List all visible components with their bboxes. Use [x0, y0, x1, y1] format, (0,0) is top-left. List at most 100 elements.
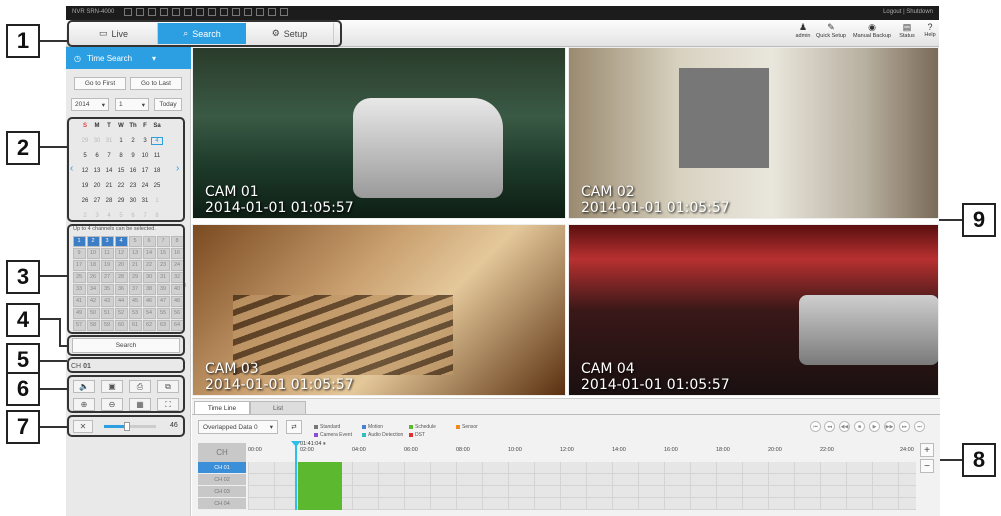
status-icon	[172, 8, 180, 16]
stop-button[interactable]: ■	[854, 421, 865, 432]
legend-swatch	[409, 425, 413, 429]
rewind-button[interactable]: ◀◀	[839, 421, 850, 432]
overlapped-data-select[interactable]: Overlapped Data 0 ▾	[198, 420, 278, 434]
legend-dst: DST	[409, 432, 425, 438]
year-select[interactable]: 2014 ▾	[71, 98, 109, 111]
chevron-down-icon: ▾	[101, 101, 105, 109]
scene-doorway	[679, 68, 769, 168]
today-button[interactable]: Today	[154, 98, 182, 111]
legend-swatch	[362, 433, 366, 437]
callout-line-4	[40, 318, 60, 320]
cam-label: CAM 04	[581, 361, 635, 377]
video-cam-03[interactable]: CAM 03 2014-01-01 01:05:57	[192, 224, 566, 396]
system-top-bar: NVR SRN-4000 Logout | Shutdown	[66, 6, 939, 20]
tab-timeline[interactable]: Time Line	[194, 401, 250, 414]
status-icon	[280, 8, 288, 16]
skip-end-button[interactable]: ⏭	[914, 421, 925, 432]
video-cam-01[interactable]: CAM 01 2014-01-01 01:05:57	[192, 47, 566, 219]
cam-label: CAM 01	[205, 184, 259, 200]
hour-label: 14:00	[612, 447, 626, 453]
quick-setup-icon: ✎	[827, 22, 835, 32]
legend-swatch	[314, 425, 318, 429]
hour-label: 12:00	[560, 447, 574, 453]
timeline-channel-row[interactable]: CH 01	[198, 462, 246, 474]
sync-button[interactable]: ⇄	[286, 420, 302, 434]
step-back-button[interactable]: ◂◂	[824, 421, 835, 432]
quick-setup-button[interactable]: ✎ Quick Setup	[816, 22, 846, 39]
cam-timestamp: 2014-01-01 01:05:57	[205, 377, 354, 393]
cam-label: CAM 03	[205, 361, 259, 377]
cam-timestamp: 2014-01-01 01:05:57	[581, 377, 730, 393]
hour-label: 08:00	[456, 447, 470, 453]
chevron-down-icon: ▾	[269, 424, 273, 431]
go-to-first-button[interactable]: Go to First	[74, 77, 126, 90]
status-icon	[196, 8, 204, 16]
time-search-dropdown[interactable]: ◷ Time Search ▾	[66, 47, 191, 69]
video-cam-02[interactable]: CAM 02 2014-01-01 01:05:57	[568, 47, 939, 219]
status-icon	[220, 8, 228, 16]
callout-7: 7	[6, 410, 40, 444]
timeline-channel-row[interactable]: CH 03	[198, 486, 246, 498]
legend-swatch	[362, 425, 366, 429]
clock-icon: ◷	[74, 53, 81, 63]
fast-forward-button[interactable]: ▶▶	[884, 421, 895, 432]
highlight-6	[67, 375, 185, 413]
status-icon	[208, 8, 216, 16]
highlight-5	[67, 357, 185, 373]
legend-swatch	[456, 425, 460, 429]
manual-backup-button[interactable]: ◉ Manual Backup	[852, 22, 892, 39]
callout-9: 9	[962, 203, 996, 237]
legend-camera-event: Camera Event	[314, 432, 352, 438]
legend-sensor: Sensor	[456, 424, 478, 430]
callout-line-5	[40, 360, 67, 362]
callout-line-4b	[59, 318, 61, 346]
highlight-7	[67, 415, 185, 437]
go-to-last-button[interactable]: Go to Last	[130, 77, 182, 90]
scene-stairs	[233, 295, 453, 375]
callout-line-3	[40, 275, 67, 277]
pause-icon: ⏸	[322, 441, 326, 447]
timeline-channel-row[interactable]: CH 02	[198, 474, 246, 486]
admin-button[interactable]: ♟ admin	[788, 22, 818, 39]
status-icon	[232, 8, 240, 16]
highlight-1	[67, 20, 342, 47]
callout-8: 8	[962, 443, 996, 477]
timeline-track-area[interactable]	[248, 462, 916, 510]
legend-standard: Standard	[314, 424, 340, 430]
cam-timestamp: 2014-01-01 01:05:57	[581, 200, 730, 216]
status-icon	[148, 8, 156, 16]
status-icon	[124, 8, 132, 16]
user-icon: ♟	[798, 22, 808, 32]
timeline-zoom-in-button[interactable]: +	[920, 443, 934, 457]
video-cam-04[interactable]: CAM 04 2014-01-01 01:05:57	[568, 224, 939, 396]
callout-line-9	[939, 219, 962, 221]
callout-line-1	[40, 40, 67, 42]
top-icon-strip	[124, 8, 288, 16]
cam-label: CAM 02	[581, 184, 635, 200]
divider	[192, 414, 940, 415]
callout-2: 2	[6, 131, 40, 165]
chevron-down-icon: ▾	[152, 53, 157, 63]
timeline-zoom-out-button[interactable]: −	[920, 459, 934, 473]
play-button[interactable]: ▶	[869, 421, 880, 432]
system-title: NVR SRN-4000	[72, 9, 115, 15]
month-select[interactable]: 1 ▾	[115, 98, 149, 111]
timeline-channel-row[interactable]: CH 04	[198, 498, 246, 510]
tab-list[interactable]: List	[250, 401, 306, 414]
callout-6: 6	[6, 372, 40, 406]
highlight-3	[67, 224, 185, 334]
backup-icon: ◉	[868, 22, 876, 32]
scene-vehicle	[799, 295, 938, 365]
hour-label: 04:00	[352, 447, 366, 453]
skip-start-button[interactable]: ⏮	[810, 421, 821, 432]
hour-label: 24:00	[900, 447, 914, 453]
playback-cursor[interactable]	[295, 445, 297, 510]
callout-line-4c	[59, 345, 68, 347]
highlight-4	[67, 335, 185, 356]
logout-shutdown-links[interactable]: Logout | Shutdown	[883, 9, 933, 15]
cursor-marker-icon[interactable]	[291, 441, 301, 447]
callout-1: 1	[6, 24, 40, 58]
help-button[interactable]: ? Help	[915, 22, 945, 38]
hour-label: 22:00	[820, 447, 834, 453]
step-forward-button[interactable]: ▸▸	[899, 421, 910, 432]
